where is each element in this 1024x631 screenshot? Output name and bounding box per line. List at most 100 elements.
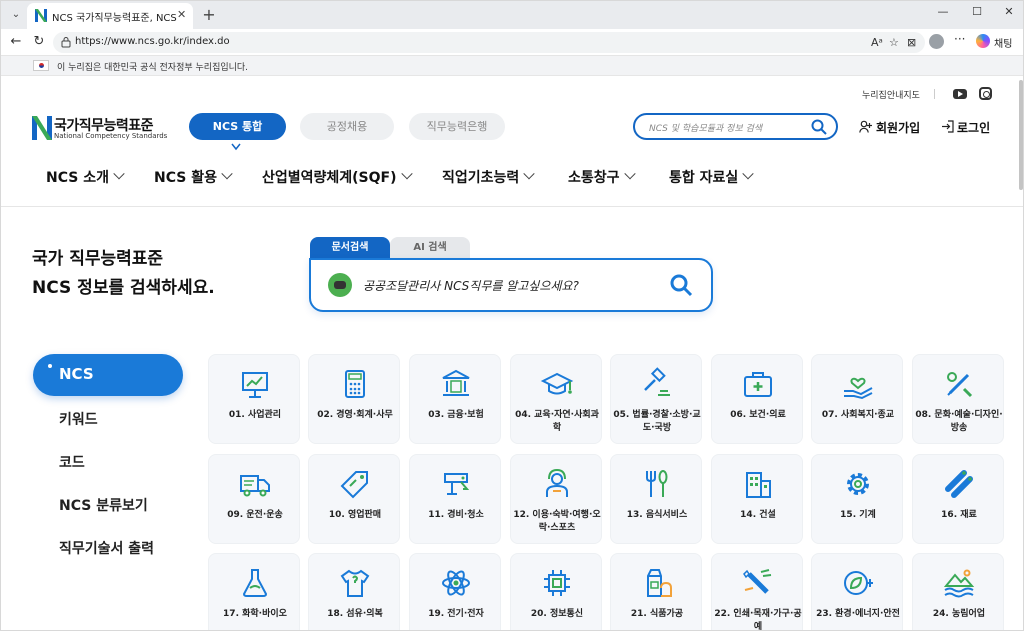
window-maximize-button[interactable]: ☐ [967,5,987,18]
category-card[interactable]: 05. 법률·경찰·소방·교도·국방 [610,354,702,444]
category-card[interactable]: 22. 인쇄·목재·가구·공예 [711,553,803,630]
sidebar-item-keyword[interactable]: 키워드 [59,409,98,429]
category-label: 15. 기계 [840,510,876,520]
url-text[interactable]: https://www.ncs.go.kr/index.do [75,36,230,47]
nav-ncs-use[interactable]: NCS 활용 [154,167,233,187]
sidebar-item-job-description-print[interactable]: 직무기술서 출력 [59,538,154,558]
category-card[interactable]: 06. 보건·의료 [711,354,803,444]
tracking-prevention-icon[interactable]: ⊠ [907,36,916,49]
tab-fair-hiring[interactable]: 공정채용 [300,113,394,140]
food-package-icon [647,569,672,597]
window-close-button[interactable]: ✕ [999,5,1019,18]
header-search-input[interactable]: NCS 및 학습모듈과 정보 검색 [633,113,838,140]
chevron-down-icon [221,168,233,180]
sidebar-item-ncs[interactable]: NCS [33,354,183,396]
gavel-icon [644,367,670,396]
sidebar-item-label: NCS [59,365,94,383]
address-bar[interactable]: https://www.ncs.go.kr/index.do Aᵃ ☆ ⊠ [53,32,925,53]
nav-communication[interactable]: 소통창구 [568,167,636,187]
signup-link[interactable]: 회원가입 [876,119,920,136]
hero-heading: 국가 직무능력표준 NCS 정보를 검색하세요. [32,245,215,303]
site-info-icon[interactable] [61,37,71,48]
category-card[interactable]: 04. 교육·자연·사회과학 [510,354,602,444]
browser-tab[interactable]: NCS 국가직무능력표준, NCS 공정 ✕ [27,3,193,29]
copilot-icon[interactable] [976,34,990,48]
nav-ncs-intro[interactable]: NCS 소개 [46,167,125,187]
shirt-icon [340,569,370,597]
bank-icon [442,369,470,396]
scrollbar-thumb[interactable] [1019,80,1023,190]
category-card[interactable]: 12. 이용·숙박·여행·오락·스포츠 [510,454,602,544]
login-link[interactable]: 로그인 [957,119,990,136]
category-label: 12. 이용·숙박·여행·오락·스포츠 [513,510,601,533]
tab-ncs-integrated[interactable]: NCS 통합 [189,113,286,140]
hero-search-input[interactable]: 공공조달관리사 NCS직무를 알고싶으세요? [309,258,713,312]
tab-competency-bank[interactable]: 직무능력은행 [409,113,505,140]
sidebar-item-code[interactable]: 코드 [59,452,85,472]
sidebar-item-classification[interactable]: NCS 분류보기 [59,495,148,515]
security-camera-icon [444,473,470,495]
category-card[interactable]: 16. 재료 [912,454,1004,544]
main-navigation: NCS 소개 NCS 활용 산업별역량체계(SQF) 직업기초능력 소통창구 통… [1,161,1023,207]
category-card[interactable]: 23. 환경·에너지·안전 [811,553,903,630]
new-tab-button[interactable]: + [200,5,218,24]
category-card[interactable]: 21. 식품가공 [610,553,702,630]
category-label: 18. 섬유·의복 [327,609,383,619]
category-label: 02. 경영·회계·사무 [317,410,393,420]
tab-strip: ⌄ NCS 국가직무능력표준, NCS 공정 ✕ + — ☐ ✕ [1,1,1023,29]
category-label: 20. 정보통신 [530,609,584,619]
nav-label: NCS 활용 [154,170,217,186]
category-label: 13. 음식서비스 [626,510,688,520]
category-label: 10. 영업판매 [328,510,382,520]
hero-search-placeholder: 공공조달관리사 NCS직무를 알고싶으세요? [363,279,579,293]
category-card[interactable]: 07. 사회복지·종교 [811,354,903,444]
hero-heading-line2: NCS 정보를 검색하세요. [32,278,215,298]
copilot-chat-label[interactable]: 채팅 [994,35,1012,50]
instagram-icon[interactable] [979,87,992,100]
page-scrollbar[interactable] [1018,76,1023,626]
category-label: 07. 사회복지·종교 [821,410,895,420]
category-card[interactable]: 09. 운전·운송 [208,454,300,544]
category-card[interactable]: 01. 사업관리 [208,354,300,444]
category-card[interactable]: 17. 화학·바이오 [208,553,300,630]
category-card[interactable]: 18. 섬유·의복 [308,553,400,630]
tab-close-icon[interactable]: ✕ [177,8,186,21]
youtube-icon[interactable] [953,89,967,99]
category-card[interactable]: 02. 경영·회계·사무 [308,354,400,444]
back-arrow-icon[interactable]: ← [8,34,24,50]
reload-icon[interactable]: ↻ [31,34,47,50]
window-minimize-button[interactable]: — [933,5,953,18]
category-card[interactable]: 03. 금융·보험 [409,354,501,444]
saw-icon [743,569,772,594]
category-card[interactable]: 13. 음식서비스 [610,454,702,544]
tab-document-search[interactable]: 문서검색 [310,237,390,259]
category-card[interactable]: 24. 농림어업 [912,553,1004,630]
login-icon [942,120,954,133]
active-dot [48,364,52,368]
logo-english-text: National Competency Standards [54,132,168,140]
chatbot-icon [328,273,352,297]
nav-archive[interactable]: 통합 자료실 [669,167,754,187]
search-icon[interactable] [811,119,827,135]
nav-basic-skills[interactable]: 직업기초능력 [442,167,535,187]
official-site-notice-text[interactable]: 이 누리집은 대한민국 공식 전자정부 누리집입니다. [57,60,248,73]
building-icon [746,472,771,498]
read-aloud-icon[interactable]: Aᵃ [871,36,883,49]
profile-avatar[interactable] [929,34,944,49]
category-card[interactable]: 11. 경비·청소 [409,454,501,544]
category-card[interactable]: 20. 정보통신 [510,553,602,630]
category-card[interactable]: 15. 기계 [811,454,903,544]
search-icon[interactable] [669,273,693,297]
tab-ai-search[interactable]: AI 검색 [390,237,470,259]
more-options-icon[interactable]: ··· [954,32,965,46]
nav-sqf[interactable]: 산업별역량체계(SQF) [262,167,413,187]
category-card[interactable]: 08. 문화·예술·디자인·방송 [912,354,1004,444]
utility-divider [934,89,935,99]
category-label: 14. 건설 [740,510,776,520]
category-card[interactable]: 10. 영업판매 [308,454,400,544]
category-card[interactable]: 14. 건설 [711,454,803,544]
sitemap-link[interactable]: 누리집안내지도 [862,88,920,101]
favorite-star-icon[interactable]: ☆ [889,36,899,49]
category-card[interactable]: 19. 전기·전자 [409,553,501,630]
tab-list-dropdown-icon[interactable]: ⌄ [7,6,25,24]
